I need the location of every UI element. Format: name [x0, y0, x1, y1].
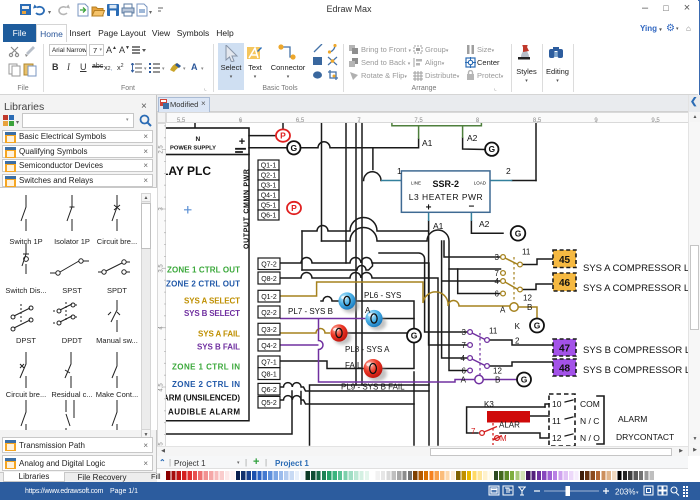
- svg-text:SYS B COMPRESSOR L: SYS B COMPRESSOR L: [583, 365, 688, 376]
- svg-text:AUDIBLE ALARM: AUDIBLE ALARM: [168, 408, 240, 417]
- svg-text:A2: A2: [467, 133, 478, 143]
- svg-text:12: 12: [523, 294, 532, 303]
- svg-text:12: 12: [552, 433, 562, 443]
- svg-text:ALAR: ALAR: [499, 421, 520, 430]
- svg-text:2: 2: [506, 166, 511, 176]
- svg-text:A: A: [500, 306, 506, 315]
- svg-text:ZONE 1 CTRL OUT: ZONE 1 CTRL OUT: [167, 266, 240, 275]
- svg-text:A1: A1: [422, 138, 433, 148]
- svg-text:B: B: [495, 376, 500, 385]
- svg-text:Q8-1: Q8-1: [261, 372, 277, 379]
- svg-text:−: −: [468, 202, 474, 213]
- svg-text:6: 6: [462, 367, 467, 376]
- svg-text:Q5-2: Q5-2: [261, 400, 277, 407]
- svg-text:Q7-1: Q7-1: [261, 360, 277, 367]
- svg-text:▾: ▾: [16, 120, 19, 126]
- svg-text:A: A: [365, 306, 371, 315]
- svg-text:11: 11: [522, 248, 531, 257]
- svg-text:10: 10: [552, 399, 562, 409]
- svg-text:SYS B SELECT: SYS B SELECT: [184, 309, 240, 318]
- svg-text:LINE: LINE: [411, 181, 421, 186]
- svg-text:COM: COM: [580, 399, 600, 409]
- svg-text:K: K: [515, 322, 521, 331]
- svg-text:N / C: N / C: [580, 416, 599, 426]
- svg-text:Q5-1: Q5-1: [261, 203, 277, 210]
- svg-text:G: G: [521, 375, 528, 385]
- svg-text:ALARM: ALARM: [618, 414, 647, 424]
- svg-text:P: P: [280, 131, 286, 141]
- svg-text:SSR-2: SSR-2: [432, 179, 459, 189]
- svg-text:ARM (UNSILENCED): ARM (UNSILENCED): [166, 394, 240, 403]
- svg-text:+: +: [426, 203, 432, 214]
- svg-text:N: N: [195, 136, 200, 143]
- svg-text:G: G: [515, 228, 522, 238]
- svg-text:Q1-1: Q1-1: [261, 163, 277, 170]
- svg-text:Q2-1: Q2-1: [261, 173, 277, 180]
- svg-text:PL8 - SYS A: PL8 - SYS A: [345, 345, 390, 354]
- svg-text:▾: ▾: [636, 490, 639, 496]
- svg-text:SYS B FAIL: SYS B FAIL: [197, 343, 240, 352]
- svg-text:LAY PLC: LAY PLC: [166, 164, 211, 178]
- svg-text:4: 4: [495, 277, 500, 286]
- svg-text:Q1-2: Q1-2: [261, 294, 277, 301]
- svg-text:SYS A COMPRESSOR L: SYS A COMPRESSOR L: [583, 263, 688, 274]
- svg-text:G: G: [488, 144, 495, 154]
- svg-text:Q3-1: Q3-1: [261, 183, 277, 190]
- svg-text:+: +: [239, 136, 245, 148]
- svg-text:A: A: [461, 376, 467, 385]
- svg-text:N / O: N / O: [580, 433, 600, 443]
- svg-text:ZONE 1 CTRL IN: ZONE 1 CTRL IN: [172, 363, 240, 372]
- svg-text:G: G: [534, 321, 541, 331]
- svg-text:2.5: 2.5: [159, 145, 165, 154]
- svg-text:48: 48: [559, 364, 571, 375]
- svg-text:G: G: [290, 143, 297, 153]
- svg-text:B: B: [527, 303, 532, 312]
- svg-text:PL6 - SYS: PL6 - SYS: [364, 291, 401, 300]
- svg-text:Q2-2: Q2-2: [261, 310, 277, 317]
- svg-text:1: 1: [397, 166, 402, 176]
- svg-text:6: 6: [495, 290, 500, 299]
- svg-text:SYS B COMPRESSOR L: SYS B COMPRESSOR L: [583, 345, 688, 356]
- svg-text:SYS A FAIL: SYS A FAIL: [198, 330, 240, 339]
- svg-text:SYS A SELECT: SYS A SELECT: [184, 297, 240, 306]
- svg-text:3: 3: [462, 328, 467, 337]
- svg-text:Q3-2: Q3-2: [261, 327, 277, 334]
- svg-text:PL7 - SYS B: PL7 - SYS B: [288, 307, 333, 316]
- svg-text:DRYCONTACT: DRYCONTACT: [616, 432, 674, 442]
- svg-text:G: G: [411, 331, 418, 341]
- svg-text:M: M: [500, 434, 507, 443]
- svg-text:203%: 203%: [615, 488, 635, 497]
- svg-text:Q4-2: Q4-2: [261, 343, 277, 350]
- svg-text:ZONE 2 CTRL IN: ZONE 2 CTRL IN: [172, 380, 240, 389]
- svg-text:FAIL: FAIL: [345, 361, 362, 370]
- svg-text:47: 47: [559, 344, 571, 355]
- svg-text:Q6-2: Q6-2: [261, 387, 277, 394]
- svg-text:45: 45: [559, 255, 571, 266]
- svg-text:7: 7: [471, 427, 476, 436]
- svg-text:46: 46: [559, 278, 571, 289]
- svg-text:ZONE 2 CTRL OUT: ZONE 2 CTRL OUT: [166, 280, 240, 289]
- svg-text:11: 11: [489, 327, 498, 336]
- svg-text:7: 7: [462, 341, 467, 350]
- svg-text:Q4-1: Q4-1: [261, 193, 277, 200]
- svg-text:PL9 - SYS B FAIL: PL9 - SYS B FAIL: [341, 383, 405, 392]
- svg-text:4: 4: [461, 354, 466, 363]
- svg-text:OUTPUT CMMN PWR: OUTPUT CMMN PWR: [244, 169, 251, 249]
- svg-text:A1: A1: [433, 221, 444, 231]
- svg-text:K3: K3: [484, 400, 494, 409]
- svg-text:Q7-2: Q7-2: [261, 262, 277, 269]
- svg-text:3: 3: [495, 253, 500, 262]
- svg-text:Q6-1: Q6-1: [261, 213, 277, 220]
- svg-text:A2: A2: [479, 219, 490, 229]
- svg-text:SYS A COMPRESSOR L: SYS A COMPRESSOR L: [583, 283, 688, 294]
- svg-text:POWER SUPPLY: POWER SUPPLY: [170, 146, 216, 152]
- svg-text:LOAD: LOAD: [474, 181, 487, 186]
- svg-text:2: 2: [515, 337, 520, 346]
- svg-text:11: 11: [552, 416, 561, 426]
- svg-text:L3 HEATER PWR: L3 HEATER PWR: [409, 192, 483, 202]
- svg-text:P: P: [291, 203, 297, 213]
- svg-text:Q8-2: Q8-2: [261, 276, 277, 283]
- svg-text:12: 12: [493, 367, 502, 376]
